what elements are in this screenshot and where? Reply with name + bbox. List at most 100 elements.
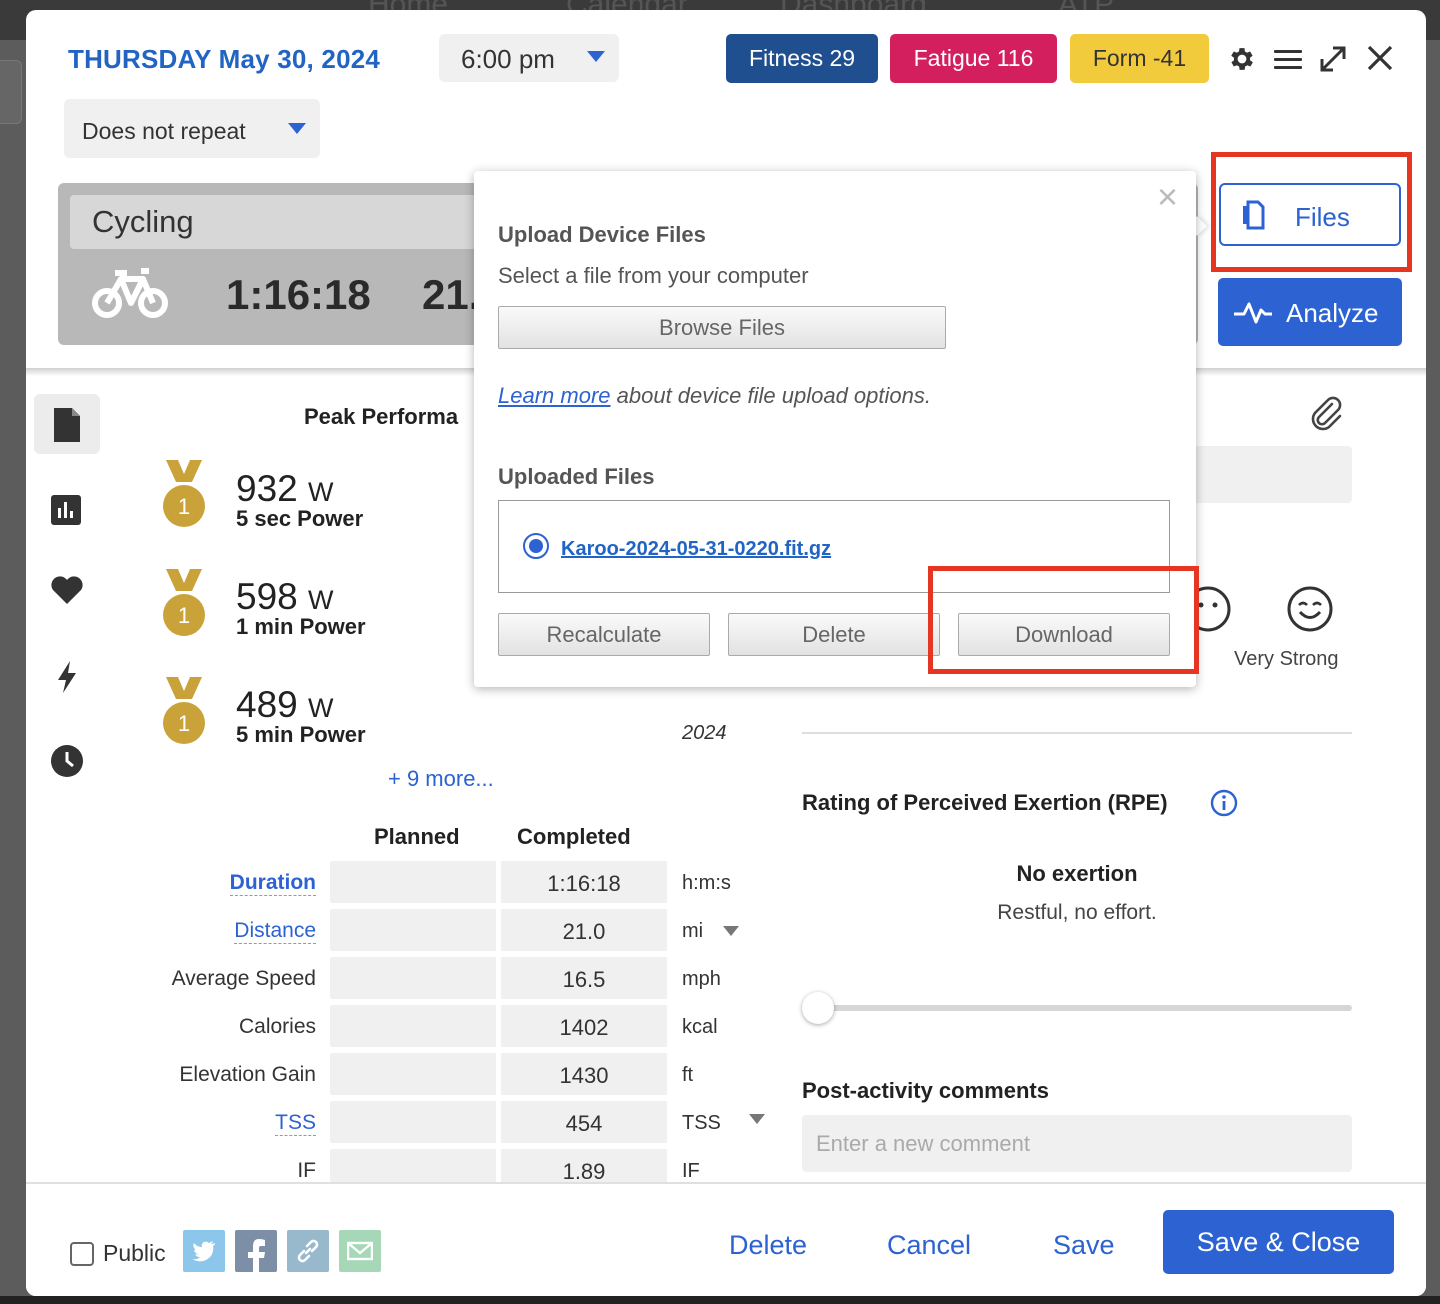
document-icon[interactable]: [50, 406, 84, 449]
files-highlight-box: [1211, 152, 1412, 272]
duration-planned[interactable]: [330, 861, 496, 903]
medal-icon: 1: [162, 569, 206, 642]
col-completed: Completed: [517, 824, 631, 849]
fatigue-badge[interactable]: Fatigue 116: [890, 34, 1057, 83]
save-button[interactable]: Save: [1053, 1230, 1115, 1261]
learn-more-text: Learn more about device file upload opti…: [498, 383, 931, 409]
repeat-select[interactable]: Does not repeat: [64, 99, 320, 158]
post-comments-title: Post-activity comments: [802, 1078, 1049, 1103]
elevation-unit: ft: [682, 1064, 694, 1086]
recalculate-button[interactable]: Recalculate: [498, 613, 710, 656]
uploaded-file-link[interactable]: Karoo-2024-05-31-0220.fit.gz: [561, 538, 831, 561]
repeat-value: Does not repeat: [82, 118, 246, 144]
avg-speed-completed[interactable]: 16.5: [501, 957, 667, 999]
distance-unit[interactable]: mi: [682, 920, 703, 943]
twitter-icon[interactable]: [183, 1230, 225, 1272]
elevation-completed[interactable]: 1430: [501, 1053, 667, 1095]
rpe-description: Restful, no effort.: [997, 901, 1157, 924]
learn-more-link[interactable]: Learn more: [498, 383, 611, 408]
tile-distance: 21.: [422, 271, 481, 318]
file-radio[interactable]: [523, 533, 549, 559]
learn-more-rest: about device file upload options.: [610, 383, 931, 408]
time-select[interactable]: 6:00 pm: [439, 34, 619, 82]
svg-text:1: 1: [178, 494, 190, 519]
cancel-button[interactable]: Cancel: [887, 1230, 971, 1261]
svg-text:1: 1: [178, 711, 190, 736]
col-planned: Planned: [374, 824, 460, 849]
calories-label: Calories: [238, 1015, 316, 1038]
public-label: Public: [103, 1240, 166, 1266]
clock-icon[interactable]: [50, 744, 84, 783]
save-close-button[interactable]: Save & Close: [1163, 1210, 1394, 1274]
distance-label[interactable]: Distance: [234, 919, 316, 944]
date-rest: May 30, 2024: [218, 44, 381, 74]
peak-label: 5 min Power: [236, 722, 366, 747]
fitness-badge[interactable]: Fitness 29: [726, 34, 878, 83]
if-unit: IF: [682, 1160, 700, 1182]
tss-completed[interactable]: 454: [501, 1101, 667, 1143]
calories-unit: kcal: [682, 1016, 718, 1038]
more-peaks-link[interactable]: + 9 more...: [388, 766, 494, 792]
upload-title: Upload Device Files: [498, 222, 706, 247]
chevron-down-icon[interactable]: [749, 1114, 765, 1124]
peak-label: 5 sec Power: [236, 506, 364, 531]
very-strong-label: Very Strong: [1234, 648, 1339, 670]
distance-completed[interactable]: 21.0: [501, 909, 667, 951]
calories-planned[interactable]: [330, 1005, 496, 1047]
duration-unit: h:m:s: [682, 872, 731, 894]
rpe-slider-track[interactable]: [802, 1005, 1352, 1011]
facebook-icon[interactable]: [235, 1230, 277, 1272]
delete-button[interactable]: Delete: [729, 1230, 807, 1261]
chevron-down-icon[interactable]: [723, 926, 739, 936]
tss-planned[interactable]: [330, 1101, 496, 1143]
expand-icon[interactable]: [1318, 44, 1348, 79]
comment-input[interactable]: Enter a new comment: [802, 1115, 1352, 1172]
bike-icon: [91, 267, 169, 326]
browse-files-button[interactable]: Browse Files: [498, 306, 946, 349]
public-checkbox[interactable]: [70, 1242, 94, 1266]
peak-value: 489 W: [236, 684, 334, 725]
email-icon[interactable]: [339, 1230, 381, 1272]
analyze-button[interactable]: Analyze: [1218, 278, 1402, 346]
sport-label: Cycling: [92, 204, 194, 239]
tss-label[interactable]: TSS: [275, 1111, 316, 1136]
rpe-slider-handle[interactable]: [802, 992, 834, 1024]
background-bottom: [0, 1296, 1440, 1304]
peak-value: 598 W: [236, 576, 334, 617]
very-strong-face-icon[interactable]: [1286, 585, 1334, 638]
elevation-planned[interactable]: [330, 1053, 496, 1095]
avg-speed-planned[interactable]: [330, 957, 496, 999]
calories-completed[interactable]: 1402: [501, 1005, 667, 1047]
chevron-down-icon: [587, 51, 605, 62]
elevation-label: Elevation Gain: [179, 1063, 316, 1086]
close-icon[interactable]: [1366, 44, 1394, 77]
paperclip-icon[interactable]: [1310, 396, 1344, 437]
analyze-button-label: Analyze: [1286, 298, 1379, 328]
gear-icon[interactable]: [1227, 44, 1257, 79]
peak-performances-title: Peak Performa: [304, 404, 459, 429]
form-badge[interactable]: Form -41: [1070, 34, 1209, 83]
peak-value: 932 W: [236, 468, 334, 509]
popover-close-icon[interactable]: ×: [1157, 179, 1178, 215]
lightning-icon[interactable]: [56, 660, 78, 699]
chart-icon[interactable]: [50, 494, 82, 531]
delete-file-button[interactable]: Delete: [728, 613, 940, 656]
rpe-value: No exertion: [1016, 861, 1138, 886]
section-divider: [802, 732, 1352, 734]
distance-planned[interactable]: [330, 909, 496, 951]
uploaded-files-title: Uploaded Files: [498, 464, 655, 489]
medal-icon: 1: [162, 460, 206, 533]
rpe-title: Rating of Perceived Exertion (RPE): [802, 790, 1168, 815]
heart-icon[interactable]: [50, 576, 84, 611]
info-icon[interactable]: [1210, 789, 1238, 822]
duration-label[interactable]: Duration: [229, 871, 316, 896]
tile-duration: 1:16:18: [226, 271, 371, 318]
chevron-down-icon: [288, 123, 306, 134]
peak-label: 1 min Power: [236, 614, 366, 639]
link-icon[interactable]: [287, 1230, 329, 1272]
tss-unit[interactable]: TSS: [682, 1112, 721, 1135]
date-day: THURSDAY: [68, 44, 212, 74]
menu-icon[interactable]: [1274, 50, 1302, 70]
duration-completed[interactable]: 1:16:18: [501, 861, 667, 903]
modal-footer: Public Delete Cancel Save Save & Close: [26, 1182, 1426, 1296]
